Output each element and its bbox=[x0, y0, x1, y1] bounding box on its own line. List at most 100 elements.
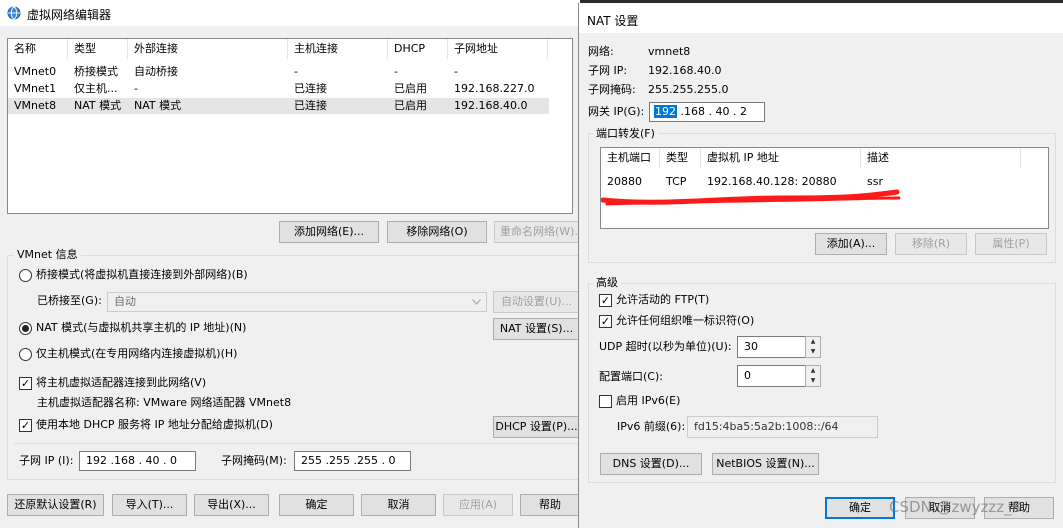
use-dhcp-label[interactable]: 使用本地 DHCP 服务将 IP 地址分配给虚拟机(D) bbox=[36, 417, 273, 433]
col-header-subnet[interactable]: 子网地址 bbox=[448, 39, 548, 59]
subnet-mask-field[interactable]: 255 .255 .255 . 0 bbox=[294, 451, 411, 471]
udp-timeout-label: UDP 超时(以秒为单位)(U): bbox=[599, 340, 732, 353]
cell-external: - bbox=[134, 82, 138, 95]
cell-host: 已连接 bbox=[294, 99, 327, 112]
import-button[interactable]: 导入(T)... bbox=[112, 494, 187, 516]
auto-settings-button[interactable]: 自动设置(U)... bbox=[493, 291, 580, 313]
editor-title: 虚拟网络编辑器 bbox=[27, 8, 112, 22]
connect-adapter-checkbox[interactable]: ✓ bbox=[19, 377, 32, 390]
table-row-selected[interactable]: VMnet8 NAT 模式 NAT 模式 已连接 已启用 192.168.40.… bbox=[8, 98, 549, 114]
allow-ftp-label[interactable]: 允许活动的 FTP(T) bbox=[616, 292, 709, 308]
restore-defaults-button[interactable]: 还原默认设置(R) bbox=[7, 494, 104, 516]
subnet-ip-label: 子网 IP: bbox=[588, 64, 628, 77]
use-dhcp-checkbox[interactable]: ✓ bbox=[19, 419, 32, 432]
apply-button[interactable]: 应用(A) bbox=[443, 494, 513, 516]
col-header-dhcp[interactable]: DHCP bbox=[388, 39, 448, 59]
col-header-host[interactable]: 主机连接 bbox=[288, 39, 388, 59]
cell-external: 自动桥接 bbox=[134, 65, 178, 78]
connect-adapter-label[interactable]: 将主机虚拟适配器连接到此网络(V) bbox=[36, 375, 206, 391]
allow-oui-checkbox[interactable]: ✓ bbox=[599, 315, 612, 328]
subnet-ip-label: 子网 IP (I): bbox=[19, 454, 74, 467]
config-port-label: 配置端口(C): bbox=[599, 370, 663, 383]
nat-settings-button[interactable]: NAT 设置(S)... bbox=[493, 318, 580, 340]
pf-col-vm-ip[interactable]: 虚拟机 IP 地址 bbox=[701, 148, 861, 168]
table-row[interactable]: VMnet0 桥接模式 自动桥接 - - - bbox=[8, 64, 549, 80]
dns-settings-button[interactable]: DNS 设置(D)... bbox=[600, 453, 702, 475]
cell-subnet: - bbox=[454, 65, 458, 78]
adapter-name-text: 主机虚拟适配器名称: VMware 网络适配器 VMnet8 bbox=[37, 396, 292, 409]
bridged-to-value: 自动 bbox=[114, 295, 136, 308]
cell-dhcp: 已启用 bbox=[394, 99, 427, 112]
add-network-button[interactable]: 添加网络(E)... bbox=[279, 221, 379, 243]
cell-name: VMnet0 bbox=[14, 65, 57, 78]
udp-timeout-spinner[interactable]: ▲ ▼ bbox=[805, 336, 821, 358]
cell-subnet: 192.168.40.0 bbox=[454, 99, 528, 112]
cell-dhcp: 已启用 bbox=[394, 82, 427, 95]
pf-col-type[interactable]: 类型 bbox=[660, 148, 701, 168]
allow-ftp-checkbox[interactable]: ✓ bbox=[599, 294, 612, 307]
spin-up-icon[interactable]: ▲ bbox=[806, 337, 820, 347]
pf-properties-button[interactable]: 属性(P) bbox=[975, 233, 1047, 255]
col-header-external[interactable]: 外部连接 bbox=[128, 39, 288, 59]
network-list[interactable]: 名称 类型 外部连接 主机连接 DHCP 子网地址 VMnet0 桥接模式 自动… bbox=[7, 38, 573, 214]
table-row[interactable]: VMnet1 仅主机... - 已连接 已启用 192.168.227.0 bbox=[8, 81, 549, 97]
ok-button[interactable]: 确定 bbox=[279, 494, 354, 516]
config-port-spinner[interactable]: ▲ ▼ bbox=[805, 365, 821, 387]
host-only-radio[interactable] bbox=[19, 348, 32, 361]
host-only-label[interactable]: 仅主机模式(在专用网络内连接虚拟机)(H) bbox=[36, 346, 237, 362]
enable-ipv6-label[interactable]: 启用 IPv6(E) bbox=[616, 393, 680, 409]
network-value: vmnet8 bbox=[648, 45, 691, 58]
chevron-down-icon bbox=[472, 299, 481, 305]
editor-titlebar: 虚拟网络编辑器 bbox=[0, 0, 580, 26]
cell-external: NAT 模式 bbox=[134, 99, 182, 112]
udp-timeout-field[interactable]: 30 bbox=[737, 336, 807, 358]
remove-network-button[interactable]: 移除网络(O) bbox=[387, 221, 487, 243]
gateway-ip-field[interactable]: 192 .168 . 40 . 2 bbox=[649, 102, 765, 122]
ipv6-prefix-label: IPv6 前缀(6): bbox=[617, 420, 686, 433]
bridged-to-select[interactable]: 自动 bbox=[107, 292, 487, 312]
bridged-to-label: 已桥接至(G): bbox=[37, 294, 102, 307]
help-button[interactable]: 帮助 bbox=[520, 494, 580, 516]
ok-button[interactable]: 确定 bbox=[825, 497, 895, 519]
cell-name: VMnet1 bbox=[14, 82, 57, 95]
nat-settings-dialog: NAT 设置 网络: vmnet8 子网 IP: 192.168.40.0 子网… bbox=[578, 3, 1063, 528]
ipv6-prefix-field[interactable]: fd15:4ba5:5a2b:1008::/64 bbox=[687, 416, 878, 438]
nat-titlebar: NAT 设置 bbox=[579, 3, 1063, 33]
cell-host: 已连接 bbox=[294, 82, 327, 95]
cell-dhcp: - bbox=[394, 65, 398, 78]
network-globe-icon bbox=[7, 6, 21, 20]
cell-type: NAT 模式 bbox=[74, 99, 122, 112]
port-forwarding-label: 端口转发(F) bbox=[593, 127, 658, 141]
allow-oui-label[interactable]: 允许任何组织唯一标识符(O) bbox=[616, 313, 754, 329]
vmnet-info-label: VMnet 信息 bbox=[14, 248, 81, 262]
spin-up-icon[interactable]: ▲ bbox=[806, 366, 820, 376]
spin-down-icon[interactable]: ▼ bbox=[806, 347, 820, 357]
pf-add-button[interactable]: 添加(A)... bbox=[815, 233, 887, 255]
subnet-ip-field[interactable]: 192 .168 . 40 . 0 bbox=[79, 451, 196, 471]
spin-down-icon[interactable]: ▼ bbox=[806, 376, 820, 386]
bridged-mode-radio[interactable] bbox=[19, 269, 32, 282]
col-header-name[interactable]: 名称 bbox=[8, 39, 68, 59]
config-port-field[interactable]: 0 bbox=[737, 365, 807, 387]
subnet-mask-label: 子网掩码(M): bbox=[221, 454, 287, 467]
pf-remove-button[interactable]: 移除(R) bbox=[895, 233, 967, 255]
netbios-settings-button[interactable]: NetBIOS 设置(N)... bbox=[712, 453, 819, 475]
cell-host: - bbox=[294, 65, 298, 78]
col-header-type[interactable]: 类型 bbox=[68, 39, 128, 59]
rename-network-button[interactable]: 重命名网络(W)... bbox=[494, 221, 580, 243]
pf-col-host-port[interactable]: 主机端口 bbox=[601, 148, 660, 168]
port-forwarding-list[interactable]: 主机端口 类型 虚拟机 IP 地址 描述 20880 TCP 192.168.4… bbox=[600, 147, 1049, 229]
export-button[interactable]: 导出(X)... bbox=[194, 494, 269, 516]
cell-type: 桥接模式 bbox=[74, 65, 118, 78]
dhcp-settings-button[interactable]: DHCP 设置(P)... bbox=[493, 416, 580, 438]
cancel-button[interactable]: 取消 bbox=[361, 494, 436, 516]
subnet-mask-value: 255.255.255.0 bbox=[648, 83, 729, 96]
nat-mode-radio[interactable] bbox=[19, 322, 32, 335]
enable-ipv6-checkbox[interactable] bbox=[599, 395, 612, 408]
gateway-ip-selected: 192 bbox=[654, 105, 677, 118]
cell-subnet: 192.168.227.0 bbox=[454, 82, 535, 95]
nat-mode-label[interactable]: NAT 模式(与虚拟机共享主机的 IP 地址)(N) bbox=[36, 320, 246, 336]
separator bbox=[14, 443, 580, 444]
bridged-mode-label[interactable]: 桥接模式(将虚拟机直接连接到外部网络)(B) bbox=[36, 267, 248, 283]
pf-col-description[interactable]: 描述 bbox=[861, 148, 1021, 168]
